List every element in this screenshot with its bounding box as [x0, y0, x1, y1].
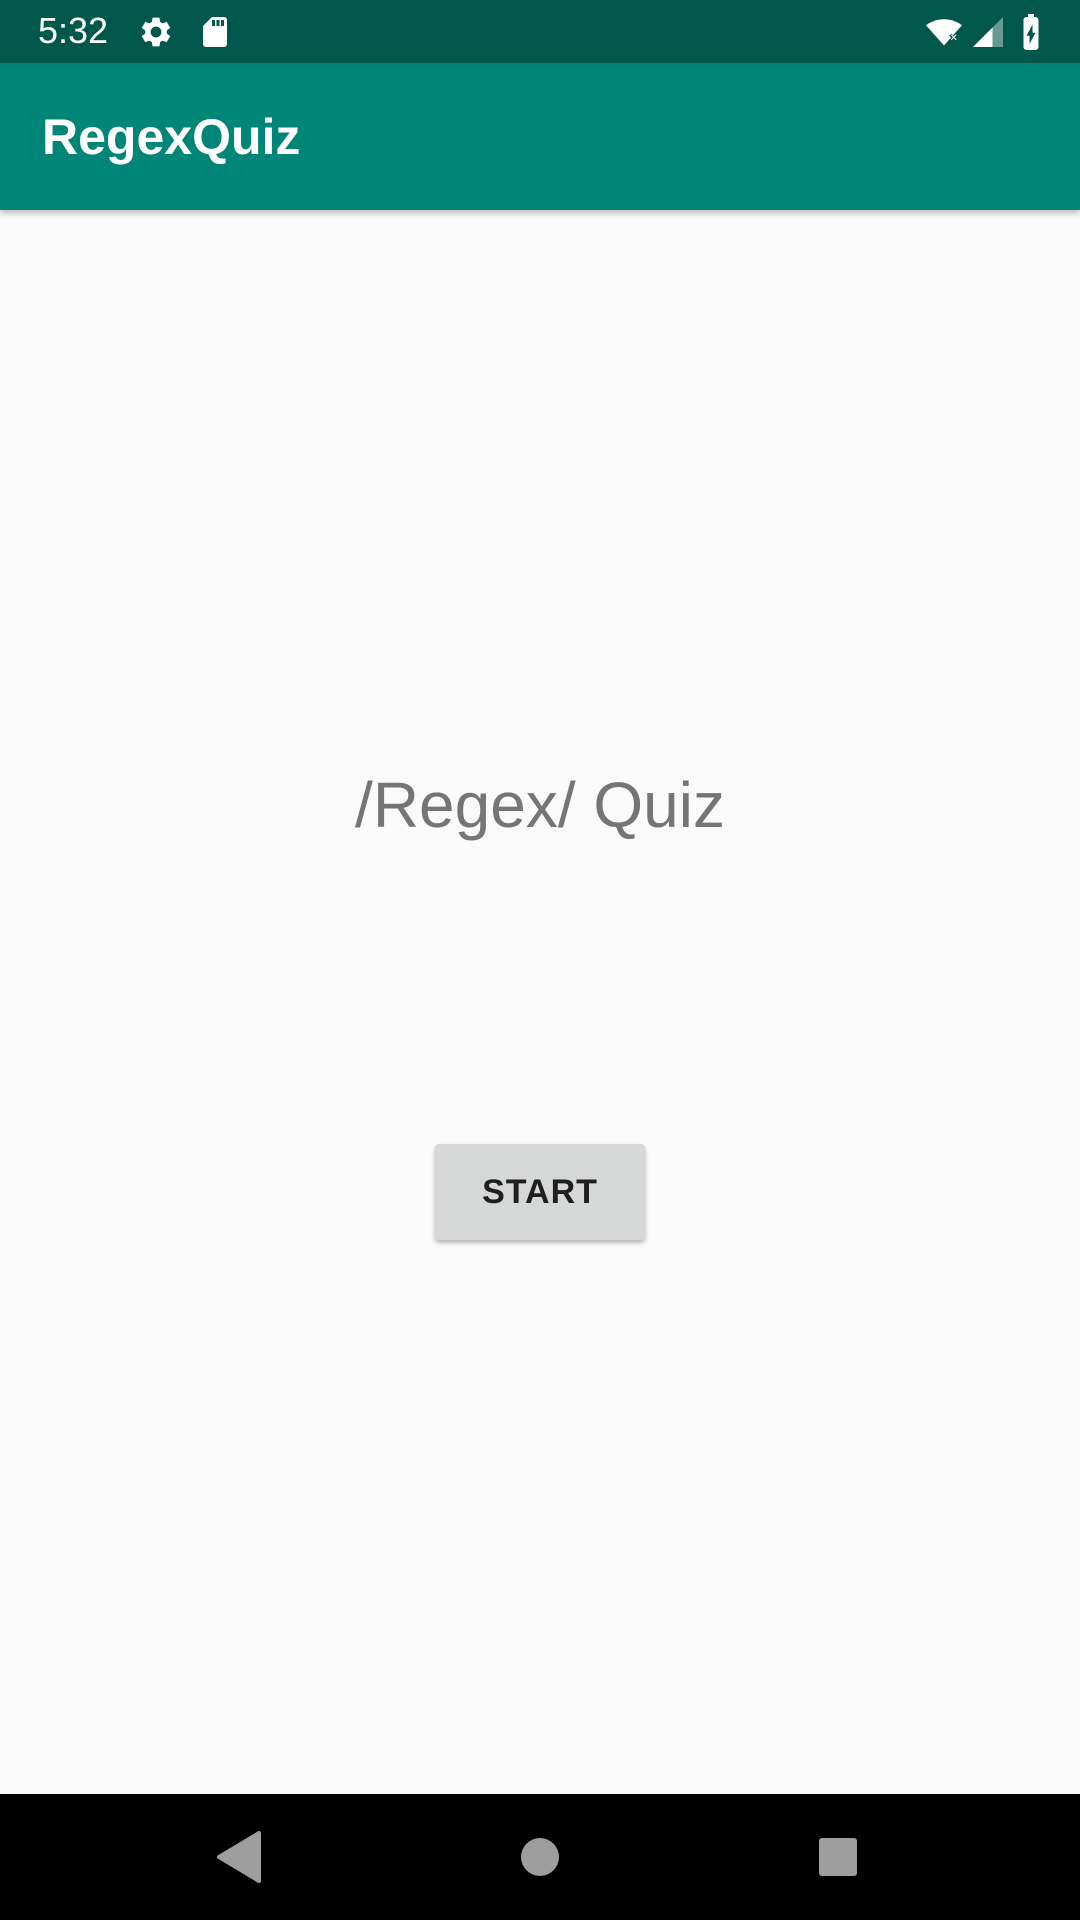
back-icon[interactable] [207, 1825, 271, 1889]
sd-card-icon [197, 14, 233, 50]
status-bar: 5:32 [0, 0, 1080, 63]
app-bar: RegexQuiz [0, 63, 1080, 210]
screen: 5:32 RegexQuiz /Regex/ Quiz START [0, 0, 1080, 1920]
main-content [0, 210, 1080, 1794]
navigation-bar [0, 1794, 1080, 1920]
home-icon[interactable] [508, 1825, 572, 1889]
quiz-headline: /Regex/ Quiz [355, 769, 725, 841]
status-time: 5:32 [38, 10, 109, 51]
recents-icon[interactable] [806, 1825, 870, 1889]
signal-icon [970, 14, 1006, 50]
start-button[interactable]: START [435, 1144, 645, 1240]
wifi-icon [922, 14, 966, 50]
battery-charging-icon [1016, 14, 1046, 50]
gear-icon [138, 14, 174, 50]
app-title: RegexQuiz [42, 109, 301, 165]
